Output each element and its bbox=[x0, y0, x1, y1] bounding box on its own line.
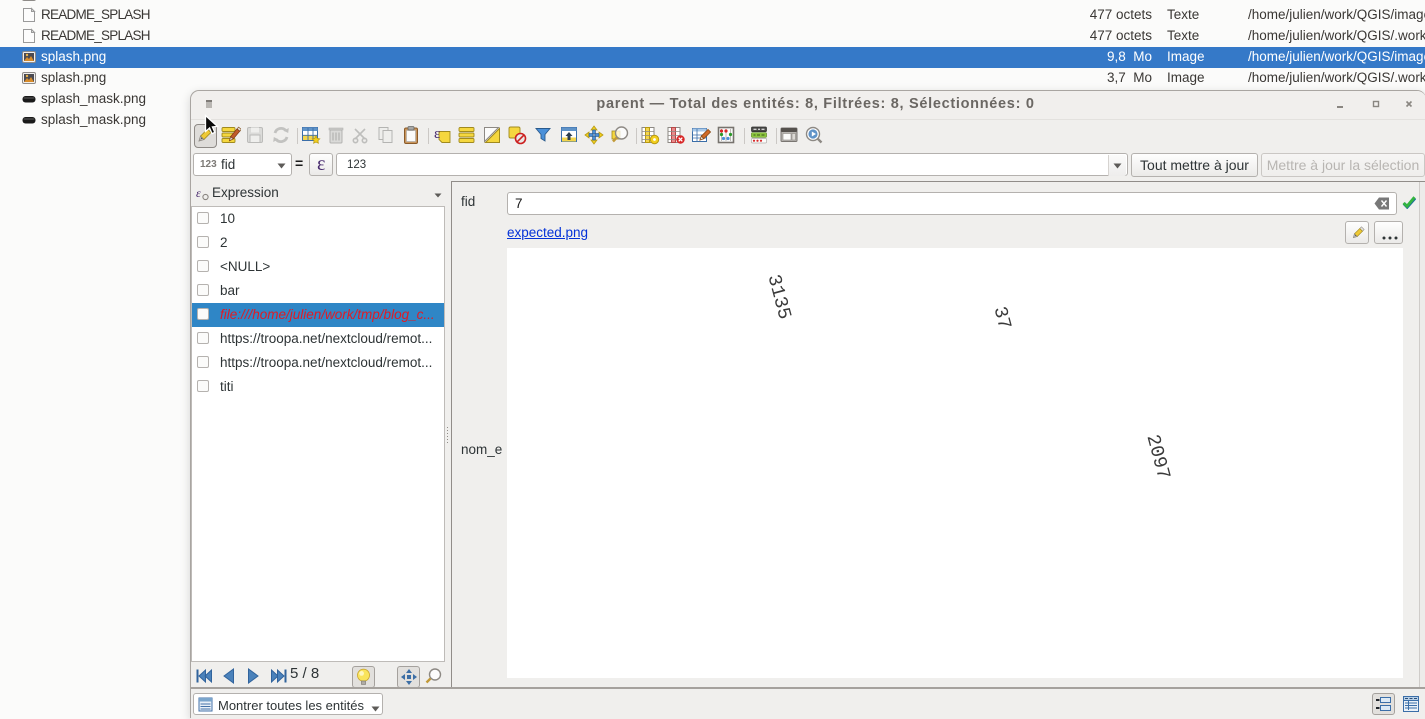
svg-text:ε: ε bbox=[196, 186, 201, 200]
svg-text:ε: ε bbox=[434, 126, 440, 142]
